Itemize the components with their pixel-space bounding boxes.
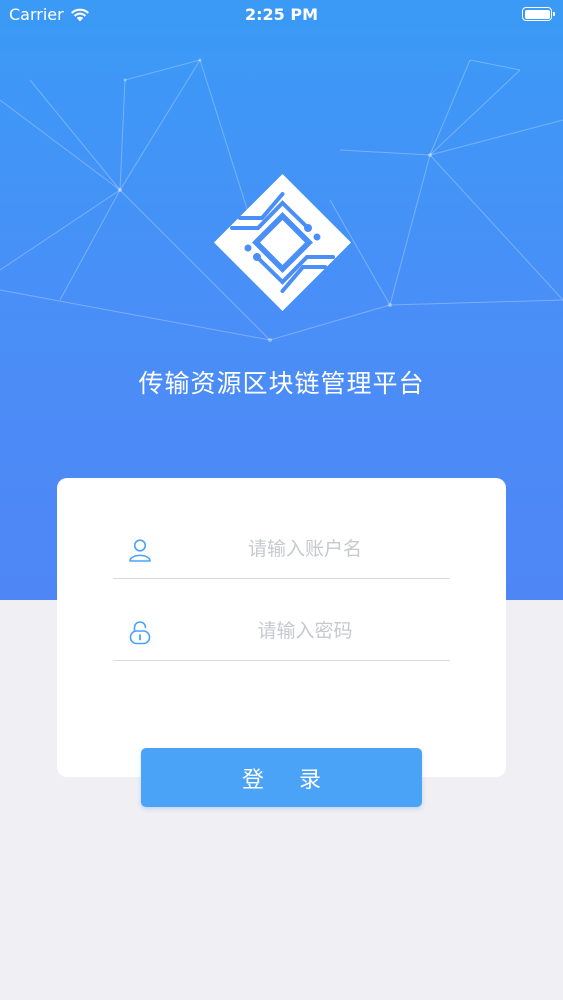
circuit-diamond-logo — [214, 174, 351, 311]
battery-icon — [522, 7, 555, 21]
user-icon — [129, 539, 151, 562]
lock-icon — [129, 621, 151, 645]
login-card — [57, 478, 506, 777]
username-field — [113, 518, 450, 579]
password-input[interactable] — [168, 610, 442, 652]
password-field — [113, 600, 450, 661]
status-bar: Carrier 2:25 PM — [0, 0, 563, 30]
status-time: 2:25 PM — [244, 5, 318, 24]
app-title: 传输资源区块链管理平台 — [138, 369, 425, 398]
username-input[interactable] — [168, 528, 442, 570]
login-button[interactable]: 登 录 — [141, 748, 422, 807]
